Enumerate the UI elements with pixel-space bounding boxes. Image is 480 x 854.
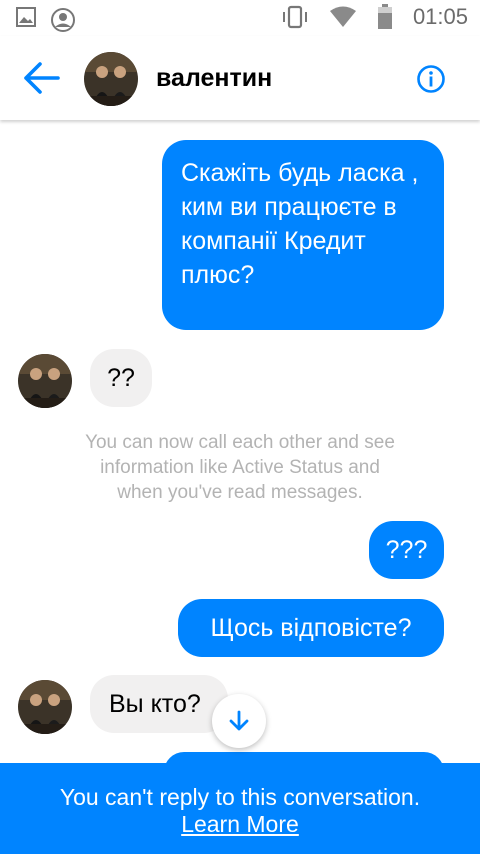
message-bubble-incoming[interactable]: Вы кто? (90, 675, 228, 733)
status-left-icons (16, 7, 76, 33)
messenger-notification-icon (51, 8, 75, 32)
arrow-down-icon (229, 710, 249, 731)
cannot-reply-text: You can't reply to this conversation. (59, 784, 421, 810)
avatar-photo (84, 52, 138, 106)
message-text: ?? (107, 364, 135, 392)
status-right-icons: 01:05 (281, 4, 468, 30)
learn-more-link[interactable]: Learn More (181, 811, 299, 837)
conversation-notice: You can now call each other and see info… (85, 432, 395, 503)
vibrate-icon (282, 5, 307, 29)
conversation-header: валентин (0, 36, 480, 120)
back-button[interactable] (22, 60, 62, 96)
back-arrow-icon (24, 62, 60, 94)
status-time: 01:05 (412, 4, 468, 29)
message-text: Скажіть будь ласка , ким ви працюєте в к… (181, 159, 419, 289)
message-bubble-outgoing[interactable]: Скажіть будь ласка , ким ви працюєте в к… (162, 140, 444, 330)
message-text: ??? (385, 536, 428, 564)
scroll-to-bottom-button[interactable] (212, 694, 266, 748)
contact-name: валентин (156, 64, 273, 92)
sender-avatar[interactable] (18, 354, 72, 408)
image-notification-icon (16, 7, 36, 27)
avatar-photo (18, 354, 72, 408)
battery-icon (377, 4, 392, 29)
wifi-icon (329, 6, 356, 27)
contact-avatar[interactable] (84, 52, 138, 106)
message-bubble-outgoing[interactable]: ??? (369, 521, 444, 579)
message-text: Щось відповісте? (210, 614, 412, 642)
avatar-photo (18, 680, 72, 734)
status-bar: 01:05 (0, 0, 480, 36)
message-bubble-outgoing[interactable]: Щось відповісте? (178, 599, 444, 657)
cannot-reply-banner: You can't reply to this conversation. Le… (0, 763, 480, 854)
learn-more-row: Learn More (0, 811, 480, 838)
info-button[interactable] (416, 64, 446, 94)
message-text: Вы кто? (109, 690, 201, 718)
message-bubble-incoming[interactable]: ?? (90, 349, 152, 407)
sender-avatar[interactable] (18, 680, 72, 734)
info-icon (417, 65, 445, 93)
